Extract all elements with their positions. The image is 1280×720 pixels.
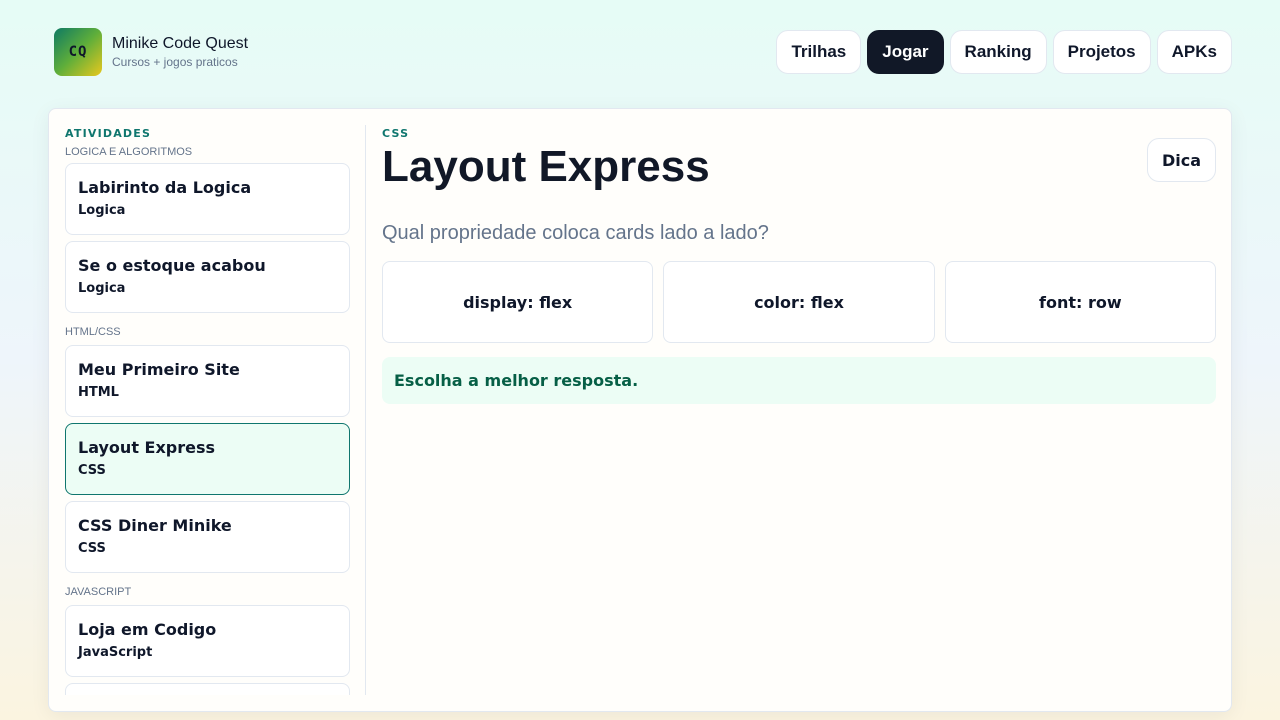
nav-jogar-button[interactable]: Jogar — [867, 30, 944, 74]
nav-ranking-button[interactable]: Ranking — [949, 30, 1047, 74]
main-nav: Trilhas Jogar Ranking Projetos APKs — [776, 30, 1232, 74]
activity-card-partial[interactable] — [65, 683, 350, 695]
group-label-html-css: HTML/CSS — [65, 326, 121, 338]
activity-labirinto-da-logica[interactable]: Labirinto da Logica Logica — [65, 163, 350, 235]
activity-css-diner-minike[interactable]: CSS Diner Minike CSS — [65, 501, 350, 573]
top-bar: CQ Minike Code Quest Cursos + jogos prat… — [0, 0, 1280, 108]
activity-tag: CSS — [78, 463, 106, 478]
activity-title: Loja em Codigo — [78, 620, 217, 639]
game-panel: ATIVIDADES LOGICA E ALGORITMOS Labirinto… — [48, 108, 1232, 712]
answer-option-font-row[interactable]: font: row — [944, 261, 1216, 343]
brand-logo: CQ — [54, 28, 102, 76]
activity-tag: Logica — [78, 203, 126, 218]
activity-title: Layout Express — [78, 438, 216, 457]
activity-meu-primeiro-site[interactable]: Meu Primeiro Site HTML — [65, 345, 350, 417]
brand-title: Minike Code Quest — [112, 35, 249, 52]
activity-title: Se o estoque acabou — [78, 256, 266, 275]
answer-option-display-flex[interactable]: display: flex — [382, 261, 654, 343]
activity-title: Meu Primeiro Site — [78, 360, 240, 379]
activity-se-o-estoque-acabou[interactable]: Se o estoque acabou Logica — [65, 241, 350, 313]
brand-text: Minike Code Quest Cursos + jogos pratico… — [112, 34, 248, 70]
panel-divider — [365, 125, 366, 695]
activity-tag: JavaScript — [78, 645, 153, 660]
brand-subtitle: Cursos + jogos praticos — [112, 55, 238, 69]
activity-title: CSS Diner Minike — [78, 516, 232, 535]
answer-options: display: flex color: flex font: row — [382, 261, 1216, 343]
activity-tag: Logica — [78, 281, 126, 296]
answer-option-color-flex[interactable]: color: flex — [663, 261, 935, 343]
activity-heading: Layout Express — [382, 142, 710, 191]
question-text: Qual propriedade coloca cards lado a lad… — [382, 222, 769, 244]
group-label-logica: LOGICA E ALGORITMOS — [65, 146, 193, 158]
game-main: CSS Layout Express Dica Qual propriedade… — [382, 125, 1216, 695]
activity-tag: CSS — [78, 541, 106, 556]
activity-title: Labirinto da Logica — [78, 178, 252, 197]
nav-projetos-button[interactable]: Projetos — [1052, 30, 1151, 74]
group-label-javascript: JAVASCRIPT — [65, 586, 132, 598]
nav-trilhas-button[interactable]: Trilhas — [776, 30, 862, 74]
nav-apks-button[interactable]: APKs — [1156, 30, 1232, 74]
feedback-message: Escolha a melhor resposta. — [382, 357, 1216, 404]
activity-loja-em-codigo[interactable]: Loja em Codigo JavaScript — [65, 605, 350, 677]
activities-sidebar[interactable]: ATIVIDADES LOGICA E ALGORITMOS Labirinto… — [65, 125, 351, 695]
activity-layout-express[interactable]: Layout Express CSS — [65, 423, 350, 495]
activity-tag: HTML — [78, 385, 119, 400]
brand[interactable]: CQ Minike Code Quest Cursos + jogos prat… — [54, 28, 248, 76]
hint-button[interactable]: Dica — [1146, 138, 1216, 182]
